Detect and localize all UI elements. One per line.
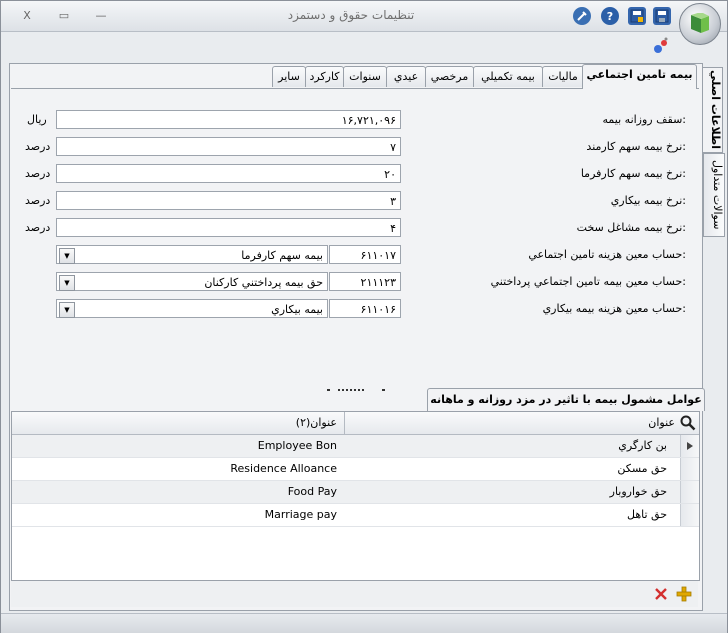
chevron-down-icon[interactable]: ▼ <box>59 275 75 291</box>
row-selector[interactable] <box>680 504 699 526</box>
app-logo-icon <box>691 13 709 33</box>
tab-strip: بيمه تامين اجتماعي ماليات بيمه تكميلي مر… <box>9 64 699 89</box>
row-selector[interactable] <box>680 458 699 480</box>
account-code-expense[interactable]: ۶۱۱۰۱۷ <box>329 245 401 264</box>
status-bar <box>1 613 727 633</box>
tab-taxes[interactable]: ماليات <box>542 66 584 87</box>
tab-insurance-factors[interactable]: عوامل مشمول بيمه با تاثير در مزد روزانه … <box>427 388 705 411</box>
minimize-button[interactable]: — <box>93 9 109 23</box>
tab-social-insurance[interactable]: بيمه تامين اجتماعي <box>582 64 697 89</box>
restore-button[interactable]: ▭ <box>56 9 72 23</box>
account-name-unemployment: بيمه بيكاري <box>271 303 323 316</box>
row-selector[interactable] <box>680 435 699 457</box>
pin-icon[interactable] <box>653 37 669 55</box>
grid-cell[interactable]: Residence Alloance <box>12 458 337 480</box>
side-tab-main-info[interactable]: اطلاعات اصلي <box>702 67 723 153</box>
save-as-icon[interactable] <box>628 7 646 25</box>
delete-icon[interactable] <box>653 586 669 602</box>
side-tab-faq[interactable]: سوالات متداول <box>703 153 725 237</box>
grid-cell[interactable]: Food Pay <box>12 481 337 503</box>
unit-percent: درصد <box>25 140 51 153</box>
grid-cell[interactable]: بن كارگري <box>345 435 673 457</box>
tab-years[interactable]: سنوات <box>343 66 387 87</box>
table-row[interactable]: حق مسكن Residence Alloance <box>12 458 699 481</box>
grid-header: عنوان عنوان(۲) <box>12 412 699 435</box>
employee-rate-input[interactable]: ۷ <box>56 137 401 156</box>
employer-rate-input[interactable]: ۲۰ <box>56 164 401 183</box>
tools-icon[interactable] <box>573 7 591 25</box>
tab-work[interactable]: كاركرد <box>305 66 344 87</box>
table-row[interactable]: حق خواروبار Food Pay <box>12 481 699 504</box>
account-label-unemployment: حساب معين هزينه بيمه بيكاري: <box>542 302 686 315</box>
grid-cell[interactable]: Marriage pay <box>12 504 337 526</box>
field-label-unemployment-rate: نرخ بيمه بيكاري: <box>610 194 686 207</box>
daily-cap-input[interactable]: ۱۶,۷۲۱,۰۹۶ <box>56 110 401 129</box>
chevron-down-icon[interactable]: ▼ <box>59 302 75 318</box>
tab-panel-social-insurance: سقف روزانه بيمه: ۱۶,۷۲۱,۰۹۶ ريال نرخ بيم… <box>11 88 699 386</box>
title-bar: X ▭ — تنظيمات حقوق و دستمزد ? <box>1 1 727 32</box>
tab-other[interactable]: ساير <box>272 66 306 87</box>
table-row[interactable]: بن كارگري Employee Bon <box>12 435 699 458</box>
unit-percent: درصد <box>25 221 51 234</box>
table-row[interactable]: حق تاهل Marriage pay <box>12 504 699 527</box>
field-label-employer-rate: نرخ بيمه سهم كارفرما: <box>580 167 686 180</box>
field-label-employee-rate: نرخ بيمه سهم كارمند: <box>586 140 686 153</box>
grid-tab-strip: عوامل مشمول بيمه با تاثير در مزد روزانه … <box>11 388 705 411</box>
application-menu-button[interactable] <box>679 3 721 45</box>
tab-leave[interactable]: مرخصي <box>425 66 474 87</box>
unit-percent: درصد <box>25 167 51 180</box>
account-name-payable: حق بيمه پرداختني كاركنان <box>204 276 323 289</box>
column-header-title2[interactable]: عنوان(۲) <box>12 412 337 434</box>
window-title: تنظيمات حقوق و دستمزد <box>287 8 415 22</box>
search-icon[interactable] <box>680 415 696 431</box>
grid-cell[interactable]: حق مسكن <box>345 458 673 480</box>
close-button[interactable]: X <box>19 9 35 23</box>
account-select-unemployment[interactable]: بيمه بيكاري ▼ <box>56 299 328 318</box>
grid-cell[interactable]: حق خواروبار <box>345 481 673 503</box>
hard-jobs-rate-input[interactable]: ۴ <box>56 218 401 237</box>
grid-cell[interactable]: حق تاهل <box>345 504 673 526</box>
account-code-payable[interactable]: ۲۱۱۱۲۳ <box>329 272 401 291</box>
unemployment-rate-input[interactable]: ۳ <box>56 191 401 210</box>
tab-supplementary-insurance[interactable]: بيمه تكميلي <box>473 66 543 87</box>
help-icon[interactable]: ? <box>601 7 619 25</box>
grid-cell[interactable]: Employee Bon <box>12 435 337 457</box>
account-select-expense[interactable]: بيمه سهم كارفرما ▼ <box>56 245 328 264</box>
grid-footer <box>11 581 698 607</box>
tab-bonus[interactable]: عيدي <box>386 66 426 87</box>
account-name-expense: بيمه سهم كارفرما <box>241 249 323 262</box>
field-label-hard-jobs-rate: نرخ بيمه مشاغل سخت: <box>576 221 686 234</box>
account-code-unemployment[interactable]: ۶۱۱۰۱۶ <box>329 299 401 318</box>
column-header-title[interactable]: عنوان <box>344 412 677 434</box>
data-grid: عنوان عنوان(۲) بن كارگري Employee Bon حق… <box>11 411 700 581</box>
account-label-expense: حساب معين هزينه تامين اجتماعي: <box>528 248 686 261</box>
unit-rial: ريال <box>27 113 47 126</box>
chevron-down-icon[interactable]: ▼ <box>59 248 75 264</box>
field-label-daily-cap: سقف روزانه بيمه: <box>602 113 686 126</box>
account-label-payable: حساب معين بيمه تامين اجتماعي پرداختني: <box>490 275 686 288</box>
save-icon[interactable] <box>653 7 671 25</box>
row-selector[interactable] <box>680 481 699 503</box>
add-icon[interactable] <box>676 586 692 602</box>
account-select-payable[interactable]: حق بيمه پرداختني كاركنان ▼ <box>56 272 328 291</box>
unit-percent: درصد <box>25 194 51 207</box>
main-window: X ▭ — تنظيمات حقوق و دستمزد ? اطلاعات اص… <box>0 0 728 633</box>
